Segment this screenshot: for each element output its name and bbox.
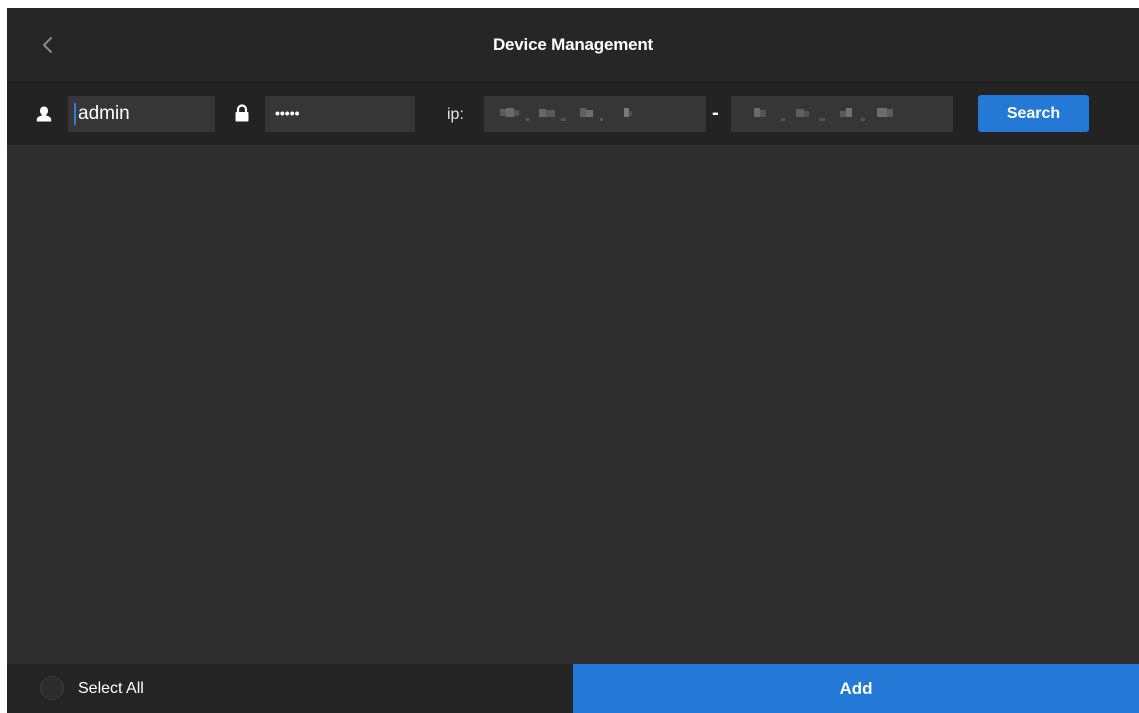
device-list-area bbox=[7, 145, 1139, 664]
select-all-radio-icon[interactable] bbox=[40, 676, 64, 700]
add-button[interactable]: Add bbox=[573, 664, 1139, 713]
user-icon bbox=[36, 106, 52, 122]
search-toolbar: admin ••••• ip: - Search bbox=[7, 83, 1139, 145]
lock-icon bbox=[235, 104, 249, 122]
ip-label: ip: bbox=[447, 106, 464, 123]
ip-range-separator: - bbox=[712, 102, 719, 124]
search-button[interactable]: Search bbox=[978, 95, 1089, 132]
select-all-toggle[interactable]: Select All bbox=[7, 664, 573, 713]
ip-start-field[interactable] bbox=[484, 96, 706, 132]
password-field[interactable] bbox=[265, 96, 415, 132]
header-bar: Device Management bbox=[7, 8, 1139, 83]
select-all-label: Select All bbox=[78, 680, 144, 697]
text-cursor bbox=[74, 103, 76, 125]
device-management-screen: Device Management admin ••••• ip: - Sear… bbox=[7, 8, 1139, 713]
username-field[interactable] bbox=[68, 96, 215, 132]
ip-end-field[interactable] bbox=[731, 96, 953, 132]
page-title: Device Management bbox=[492, 35, 654, 54]
footer-bar: Select All Add bbox=[7, 664, 1139, 713]
